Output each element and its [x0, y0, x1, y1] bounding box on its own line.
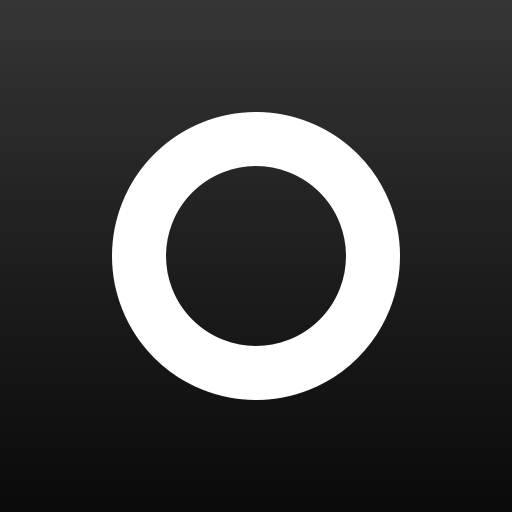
ring-logo-icon	[112, 112, 400, 400]
app-icon[interactable]	[0, 0, 512, 512]
